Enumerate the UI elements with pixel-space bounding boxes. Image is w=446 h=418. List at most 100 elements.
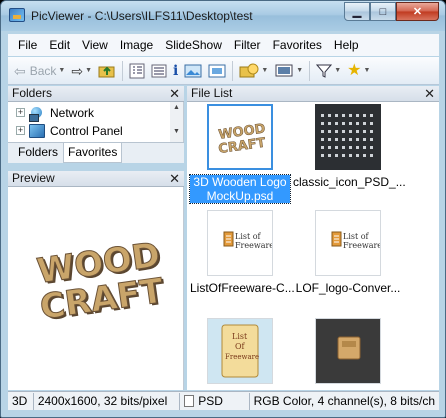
filter-button[interactable]: ▼ [313, 60, 344, 82]
tree-item-network[interactable]: + Network [16, 104, 95, 122]
toolbar-separator [232, 60, 234, 81]
menu-image[interactable]: Image [114, 38, 159, 52]
icon-grid-dot [321, 114, 324, 117]
expand-icon[interactable]: + [16, 108, 25, 117]
icon-grid-dot [349, 138, 352, 141]
file-item[interactable]: List of Freeware ListOfFreeware-C... [190, 210, 295, 295]
folders-pane-header: Folders ✕ [8, 86, 184, 102]
icon-grid-dot [356, 122, 359, 125]
back-arrow-icon: ⇦ [14, 62, 26, 79]
icon-grid-dot [342, 114, 345, 117]
rotate-image-icon [239, 63, 259, 77]
menu-favorites[interactable]: Favorites [267, 38, 328, 52]
thumb-text: Freeware [225, 353, 259, 361]
icon-grid-dot [363, 138, 366, 141]
scroll-down-icon[interactable]: ▼ [170, 128, 183, 135]
file-item[interactable]: WOOD CRAFT 3D Wooden Logo MockUp.psd [189, 104, 291, 204]
tree-view-button[interactable] [126, 60, 148, 82]
file-thumbnail: WOOD CRAFT [207, 104, 273, 170]
info-icon: i [173, 62, 179, 79]
fullscreen-icon [208, 64, 226, 77]
details-view-icon [151, 64, 167, 77]
view-image-button[interactable] [181, 60, 205, 82]
toolbar-separator [309, 60, 311, 81]
icon-grid-dot [370, 146, 373, 149]
close-icon: ✕ [412, 6, 423, 18]
icon-grid-dot [349, 122, 352, 125]
wood-craft-thumb-image: WOOD CRAFT [217, 121, 267, 157]
thumb-text: Freeware [343, 241, 380, 250]
icon-grid-dot [328, 146, 331, 149]
maximize-button[interactable]: □ [370, 2, 396, 21]
expand-icon[interactable]: + [16, 126, 25, 135]
preview-image: WOOD WOOD CRAFT CRAFT [34, 235, 169, 330]
thumb-text: List [232, 332, 248, 341]
icon-grid-dot [321, 146, 324, 149]
star-icon: ★ [347, 61, 362, 79]
icon-grid-dot [328, 138, 331, 141]
slideshow-button[interactable]: ▼ [271, 60, 306, 82]
icon-grid-dot [335, 114, 338, 117]
file-thumbnail: List of Freeware [207, 210, 273, 276]
file-list: WOOD CRAFT 3D Wooden Logo MockUp.psd cla… [187, 102, 439, 390]
folders-pane-title: Folders [12, 86, 53, 100]
filelist-pane-header: File List ✕ [187, 86, 439, 102]
tree-item-control-panel[interactable]: + Control Panel [16, 122, 123, 139]
icon-grid-dot [328, 122, 331, 125]
file-name: ListOfFreeware-C... [190, 281, 295, 295]
tab-folders[interactable]: Folders [14, 143, 62, 163]
icon-grid-dot [356, 114, 359, 117]
icon-grid-dot [356, 146, 359, 149]
icon-grid-dot [321, 122, 324, 125]
menu-filter[interactable]: Filter [228, 38, 267, 52]
file-item[interactable]: classic_icon_PSD_... [293, 104, 406, 189]
menu-edit[interactable]: Edit [43, 38, 76, 52]
thumb-text: List of [235, 232, 262, 241]
info-button[interactable]: i [170, 60, 181, 82]
fullscreen-button[interactable] [205, 60, 229, 82]
folder-tree-scrollbar[interactable]: ▲ ▼ [170, 102, 183, 142]
icon-grid-dot [370, 122, 373, 125]
tab-favorites[interactable]: Favorites [63, 143, 123, 163]
favorites-button[interactable]: ★ ▼ [344, 60, 373, 82]
folders-pane-close-icon[interactable]: ✕ [169, 86, 180, 101]
icon-grid-dot [342, 154, 345, 157]
minimize-button[interactable]: ▁ [344, 2, 370, 21]
menu-slideshow[interactable]: SlideShow [159, 38, 228, 52]
back-button[interactable]: ⇦ Back ▼ [11, 60, 68, 82]
network-icon [29, 106, 45, 122]
caption-buttons: ▁ □ ✕ [344, 2, 439, 21]
menu-view[interactable]: View [76, 38, 114, 52]
slideshow-dropdown-icon: ▼ [296, 67, 304, 74]
scroll-paper-thumb-image: List Of Freeware [221, 324, 259, 378]
icon-grid-dot [328, 114, 331, 117]
status-format: PSD [180, 392, 250, 410]
title-bar[interactable]: PicViewer - C:\Users\ILFS11\Desktop\test… [1, 1, 445, 31]
icon-grid-dot [370, 138, 373, 141]
status-dimensions: 2400x1600, 32 bits/pixel [34, 392, 181, 410]
up-folder-button[interactable] [95, 60, 119, 82]
tree-item-label: Network [50, 105, 95, 120]
preview-pane-close-icon[interactable]: ✕ [169, 171, 180, 186]
icon-grid-dot [349, 146, 352, 149]
folder-up-icon [98, 66, 115, 77]
toolbar: ⇦ Back ▼ ⇨ ▼ i ▼ ▼ ▼ ★ ▼ [8, 57, 439, 85]
forward-button[interactable]: ⇨ ▼ [68, 60, 95, 82]
file-item[interactable]: List of Freeware LOF_logo-Conver... [293, 210, 403, 295]
menu-help[interactable]: Help [328, 38, 365, 52]
details-view-button[interactable] [148, 60, 170, 82]
close-button[interactable]: ✕ [396, 2, 439, 21]
scroll-up-icon[interactable]: ▲ [170, 104, 183, 111]
preview-pane-header: Preview ✕ [8, 171, 184, 187]
filelist-pane-close-icon[interactable]: ✕ [424, 86, 435, 101]
icon-grid-dot [356, 154, 359, 157]
file-item[interactable]: List Of Freeware [190, 318, 290, 384]
thumb-text: List of [343, 232, 370, 241]
slideshow-icon [275, 64, 293, 76]
rotate-button[interactable]: ▼ [236, 60, 271, 82]
window-title: PicViewer - C:\Users\ILFS11\Desktop\test [31, 9, 253, 23]
menu-file[interactable]: File [12, 38, 43, 52]
file-item[interactable] [293, 318, 403, 384]
icon-grid-dot [321, 130, 324, 133]
listoffreeware-thumb-image: List of Freeware [223, 231, 272, 250]
